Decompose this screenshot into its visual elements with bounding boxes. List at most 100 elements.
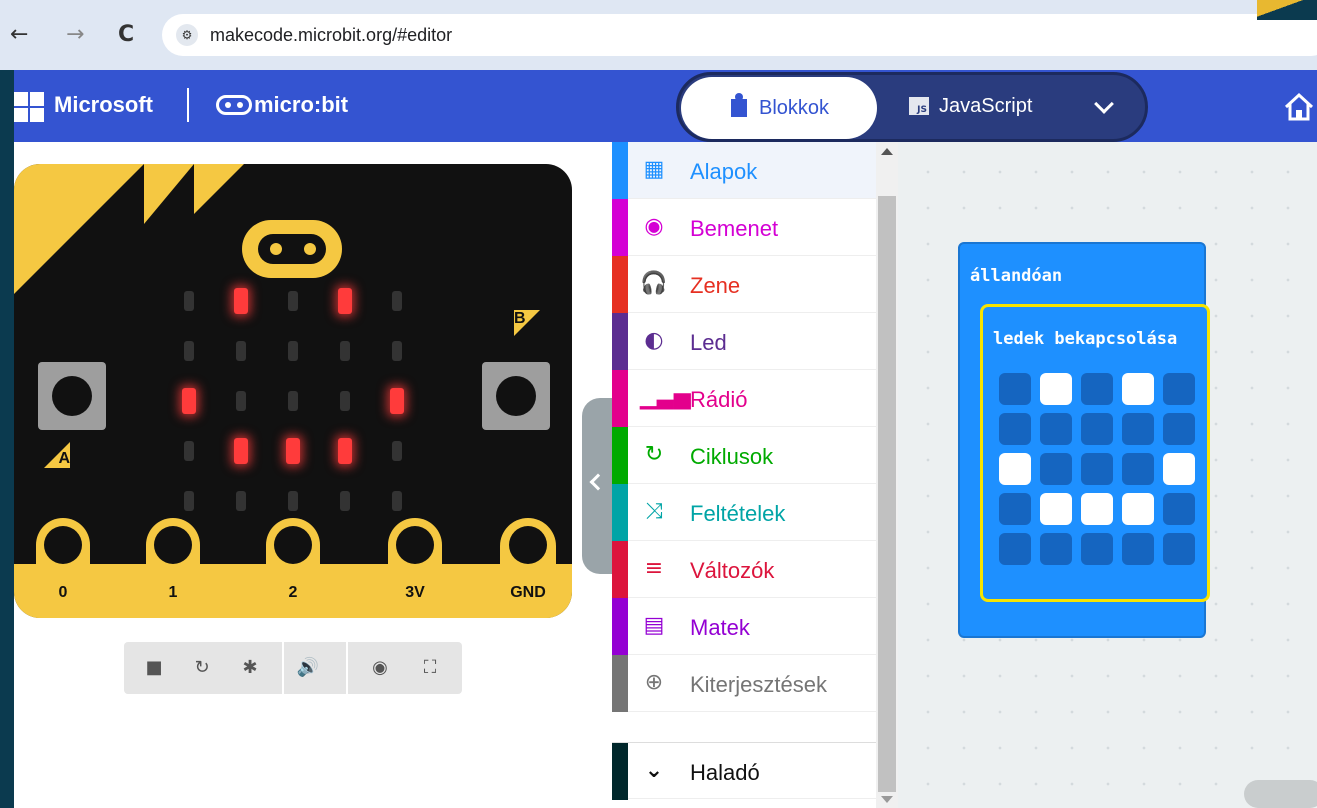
address-bar[interactable]: ⚙ makecode.microbit.org/#editor [162,14,1317,56]
led-toggle[interactable] [1122,453,1154,485]
led-toggle[interactable] [999,413,1031,445]
debug-icon[interactable]: ✱ [238,656,262,680]
screenshot-icon[interactable]: ◉ [368,656,392,680]
home-icon[interactable] [1284,92,1314,122]
category-label: Változók [690,558,775,583]
grid-icon: ▦ [643,157,665,182]
led-toggle[interactable] [999,493,1031,525]
category-color-bar [612,142,628,199]
forward-button[interactable]: → [66,22,84,47]
category-color-bar [612,655,628,712]
led-toggle[interactable] [1122,533,1154,565]
toolbox-category-ciklusok[interactable]: ↻ Ciklusok [612,427,876,484]
pin-label: 1 [168,584,178,601]
led-toggle[interactable] [1163,493,1195,525]
led [236,491,246,511]
led-toggle[interactable] [1081,493,1113,525]
led [182,388,196,414]
pin-2[interactable]: 2 [266,518,320,618]
led [286,438,300,464]
microbit-board: A B 0 1 2 3V GND [14,164,572,618]
scroll-down-icon[interactable] [881,796,893,803]
led-toggle[interactable] [1040,533,1072,565]
toolbox-scrollbar[interactable] [876,142,898,808]
blocks-workspace[interactable]: állandóan ledek bekapcsolása [898,142,1317,808]
back-button[interactable]: ← [10,22,28,47]
shuffle-icon: ⤨ [645,499,663,524]
led-toggle[interactable] [1163,413,1195,445]
scrollbar-thumb[interactable] [878,196,896,792]
scroll-up-icon[interactable] [881,148,893,155]
led [340,341,350,361]
category-label: Led [690,330,727,355]
button-b[interactable] [482,362,550,430]
pin-label: GND [510,584,546,601]
stop-icon[interactable]: ■ [142,656,166,680]
toolbox-category-alapok[interactable]: ▦ Alapok [612,142,876,199]
toolbox-category-bemenet[interactable]: ◉ Bemenet [612,199,876,256]
workspace-scrollbar[interactable] [1244,780,1317,808]
led-toggle[interactable] [1040,493,1072,525]
led-toggle[interactable] [1040,373,1072,405]
led [340,391,350,411]
led-toggle[interactable] [1122,373,1154,405]
toolbox-category-matek[interactable]: ▤ Matek [612,598,876,655]
led [236,341,246,361]
restart-icon[interactable]: ↻ [190,656,214,680]
led-toggle[interactable] [1122,413,1154,445]
led-toggle[interactable] [1040,453,1072,485]
led-toggle[interactable] [1081,533,1113,565]
loop-icon: ↻ [644,442,664,467]
brand-name[interactable]: Microsoft [54,92,153,118]
category-color-bar [612,743,628,800]
microsoft-logo-icon[interactable] [14,92,44,122]
led-toggle[interactable] [1081,413,1113,445]
url-text[interactable]: makecode.microbit.org/#editor [210,25,452,46]
led-toggle[interactable] [1122,493,1154,525]
toolbox-category-rádió[interactable]: ▁▃▅ Rádió [612,370,876,427]
pin-3v[interactable]: 3V [388,518,442,618]
site-info-icon[interactable]: ⚙ [176,24,198,46]
toggle-icon: ◐ [644,328,664,353]
led-toggle[interactable] [1040,413,1072,445]
pin-0[interactable]: 0 [36,518,90,618]
led [184,491,194,511]
led-toggle[interactable] [1081,373,1113,405]
toolbox-category-led[interactable]: ◐ Led [612,313,876,370]
led [390,388,404,414]
fullscreen-icon[interactable]: ⛶ [418,656,442,680]
tab-blocks[interactable]: Blokkok [681,77,877,139]
led-toggle[interactable] [999,533,1031,565]
collapse-simulator-button[interactable] [582,398,616,574]
show-leds-block[interactable]: ledek bekapcsolása [980,304,1210,602]
pin-gnd[interactable]: GND [500,518,556,618]
led-toggle[interactable] [1163,373,1195,405]
sound-icon[interactable]: 🔊 [296,656,320,680]
makecode-header: Microsoft micro:bit Blokkok JS JavaScrip… [14,70,1317,142]
browser-toolbar: ← → C ⚙ makecode.microbit.org/#editor [0,0,1317,70]
led [184,441,194,461]
category-label: Bemenet [690,216,779,241]
category-label: Kiterjesztések [690,672,827,697]
signal-icon: ▁▃▅ [640,385,691,410]
toolbox-category-advanced[interactable]: ⌄ Haladó [612,742,876,800]
chevron-down-icon[interactable] [1094,94,1114,114]
product-name[interactable]: micro:bit [254,92,348,118]
reload-button[interactable]: C [118,22,134,47]
microbit-logo-icon[interactable] [216,95,252,115]
led-toggle[interactable] [1081,453,1113,485]
toolbox-category-feltételek[interactable]: ⤨ Feltételek [612,484,876,541]
led [288,291,298,311]
led-toggle[interactable] [1163,453,1195,485]
led-grid-editor [999,373,1203,573]
toolbox-category-változók[interactable]: ≡ Változók [612,541,876,598]
toolbox-category-zene[interactable]: 🎧 Zene [612,256,876,313]
category-color-bar [612,370,628,427]
pin-1[interactable]: 1 [146,518,200,618]
led [340,491,350,511]
led-toggle[interactable] [1163,533,1195,565]
led-toggle[interactable] [999,373,1031,405]
led-toggle[interactable] [999,453,1031,485]
button-a[interactable] [38,362,106,430]
toolbox-category-kiterjesztések[interactable]: ⊕ Kiterjesztések [612,655,876,712]
